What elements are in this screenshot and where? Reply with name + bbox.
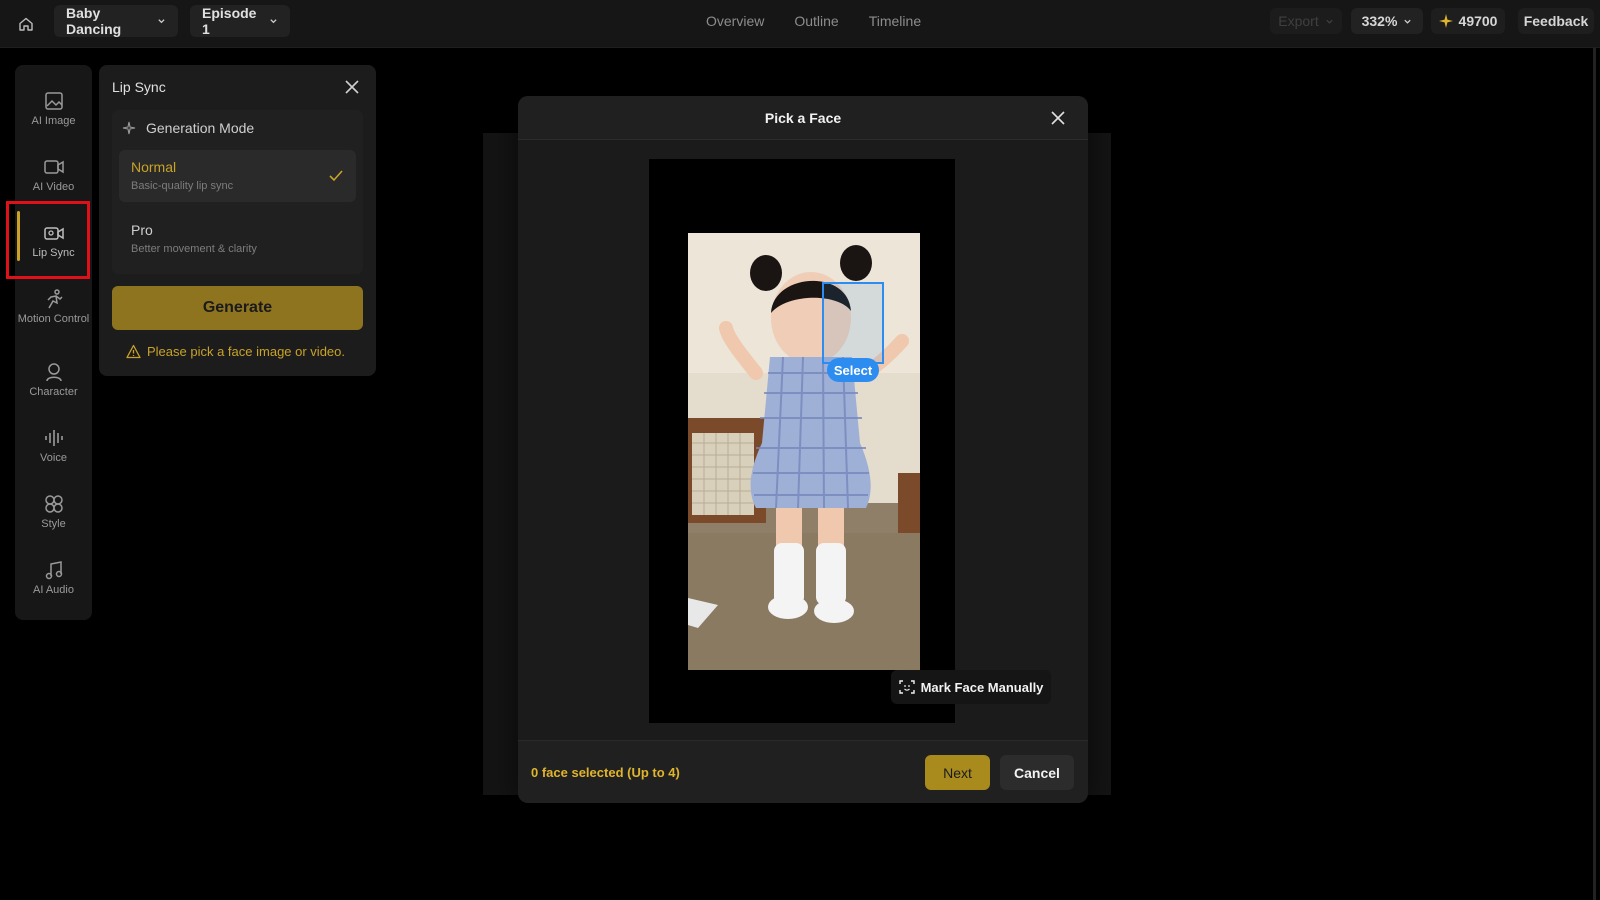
mode-name: Pro bbox=[131, 222, 153, 238]
audio-icon bbox=[45, 561, 62, 580]
home-icon[interactable] bbox=[12, 10, 40, 38]
sparkle-icon bbox=[122, 121, 136, 135]
warning-text: Please pick a face image or video. bbox=[147, 344, 345, 359]
warning-icon bbox=[126, 344, 141, 359]
pick-face-dialog: Pick a Face Select Mark Face Manually 0 … bbox=[518, 96, 1088, 803]
tab-timeline[interactable]: Timeline bbox=[869, 13, 921, 29]
panel-title: Lip Sync bbox=[112, 79, 166, 95]
scrollbar[interactable] bbox=[1593, 48, 1596, 900]
rail-item-ai-video[interactable]: AI Video bbox=[15, 145, 92, 205]
face-detection-box[interactable] bbox=[822, 282, 884, 364]
lip-sync-panel: Lip Sync Generation Mode Normal Basic-qu… bbox=[99, 65, 376, 376]
project-selector[interactable]: Baby Dancing bbox=[54, 5, 178, 37]
style-icon bbox=[44, 495, 63, 513]
check-icon bbox=[329, 170, 343, 182]
video-icon bbox=[43, 160, 64, 174]
mode-option-normal[interactable]: Normal Basic-quality lip sync bbox=[119, 150, 356, 202]
generate-button[interactable]: Generate bbox=[112, 286, 363, 330]
project-name: Baby Dancing bbox=[66, 5, 122, 37]
media-preview: Select bbox=[649, 159, 955, 723]
rail-item-character[interactable]: Character bbox=[15, 350, 92, 410]
chevron-down-icon bbox=[1326, 19, 1333, 24]
feedback-button[interactable]: Feedback bbox=[1518, 8, 1594, 34]
chevron-down-icon bbox=[270, 19, 277, 24]
rail-label: AI Image bbox=[31, 115, 76, 127]
zoom-selector[interactable]: 332% bbox=[1351, 8, 1423, 34]
episode-selector[interactable]: Episode 1 bbox=[190, 5, 290, 37]
character-icon bbox=[45, 363, 62, 382]
rail-item-ai-image[interactable]: AI Image bbox=[15, 79, 92, 139]
rail-label: AI Audio bbox=[33, 584, 74, 596]
rail-label: AI Video bbox=[32, 181, 75, 193]
rail-label: Style bbox=[41, 518, 66, 530]
face-scan-icon bbox=[898, 680, 915, 694]
baby-photo: Select bbox=[688, 233, 920, 670]
dialog-title: Pick a Face bbox=[764, 110, 842, 126]
rail-label: Motion Control bbox=[17, 313, 90, 325]
close-icon[interactable] bbox=[343, 78, 361, 96]
mark-face-manually-button[interactable]: Mark Face Manually bbox=[891, 670, 1051, 704]
chevron-down-icon bbox=[158, 19, 165, 24]
mark-face-label: Mark Face Manually bbox=[920, 679, 1044, 695]
warning-message: Please pick a face image or video. bbox=[126, 344, 345, 359]
close-icon[interactable] bbox=[1050, 110, 1066, 126]
mode-name: Normal bbox=[131, 159, 177, 175]
motion-icon bbox=[46, 289, 63, 309]
credits-button[interactable]: 49700 bbox=[1431, 8, 1505, 34]
generation-mode-label: Generation Mode bbox=[146, 120, 255, 136]
chevron-down-icon bbox=[1404, 19, 1412, 24]
rail-item-motion-control[interactable]: Motion Control bbox=[15, 277, 92, 337]
sparkle-icon bbox=[1438, 14, 1453, 28]
rail-item-voice[interactable]: Voice bbox=[15, 416, 92, 476]
rail-label: Character bbox=[29, 386, 78, 398]
nav-tabs: Overview Outline Timeline bbox=[706, 0, 921, 42]
next-button[interactable]: Next bbox=[925, 755, 990, 790]
dialog-footer: 0 face selected (Up to 4) Next Cancel bbox=[518, 740, 1088, 803]
rail-label: Voice bbox=[40, 452, 67, 464]
voice-icon bbox=[44, 430, 63, 446]
face-count-status: 0 face selected (Up to 4) bbox=[531, 765, 680, 780]
zoom-value: 332% bbox=[1361, 13, 1398, 29]
generation-mode-header: Generation Mode bbox=[122, 120, 254, 136]
export-label: Export bbox=[1278, 13, 1319, 29]
generation-mode-box: Generation Mode Normal Basic-quality lip… bbox=[112, 110, 363, 274]
select-face-button[interactable]: Select bbox=[827, 358, 879, 382]
image-icon bbox=[44, 92, 63, 110]
mode-desc: Better movement & clarity bbox=[131, 243, 257, 255]
tab-outline[interactable]: Outline bbox=[794, 13, 838, 29]
highlight-box bbox=[6, 201, 90, 279]
cancel-button[interactable]: Cancel bbox=[1000, 755, 1074, 790]
tab-overview[interactable]: Overview bbox=[706, 13, 764, 29]
credits-count: 49700 bbox=[1458, 13, 1498, 29]
mode-desc: Basic-quality lip sync bbox=[131, 180, 234, 192]
episode-name: Episode 1 bbox=[202, 5, 257, 37]
top-bar: Baby Dancing Episode 1 Overview Outline … bbox=[0, 0, 1600, 48]
export-button[interactable]: Export bbox=[1270, 8, 1342, 34]
dialog-header: Pick a Face bbox=[518, 96, 1088, 140]
rail-item-style[interactable]: Style bbox=[15, 482, 92, 542]
rail-item-ai-audio[interactable]: AI Audio bbox=[15, 548, 92, 608]
tool-rail: AI Image AI Video Lip Sync Motion Contro… bbox=[15, 65, 92, 620]
mode-option-pro[interactable]: Pro Better movement & clarity bbox=[119, 213, 356, 265]
